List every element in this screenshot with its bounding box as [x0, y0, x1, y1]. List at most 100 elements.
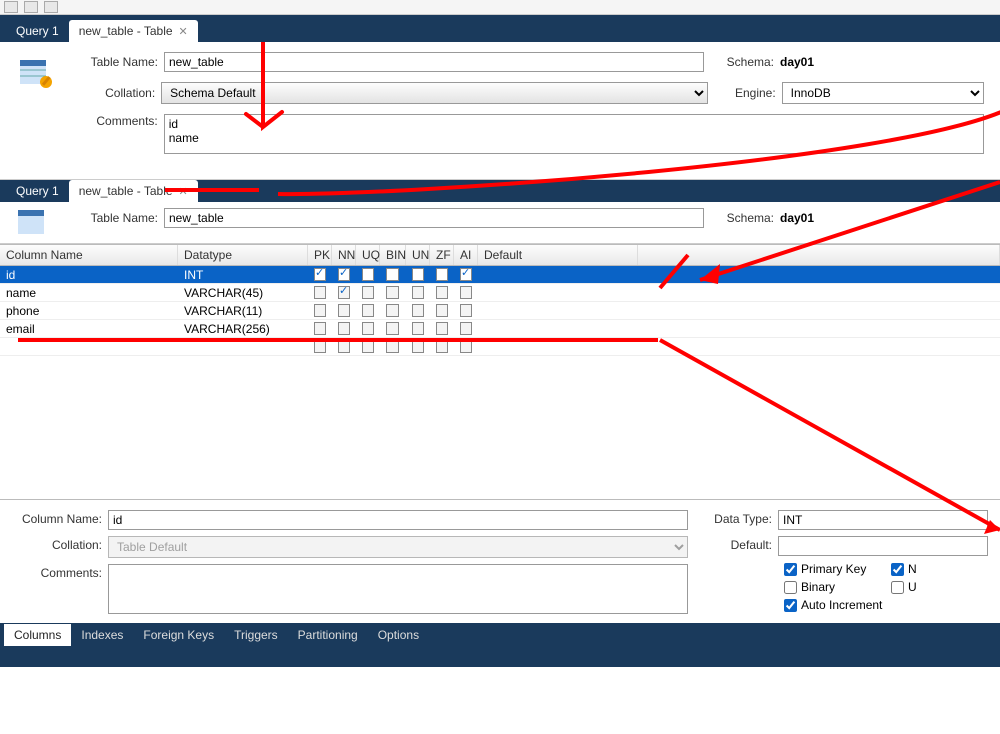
nn-checkbox[interactable] — [338, 268, 350, 281]
cell-default[interactable] — [478, 284, 638, 301]
col-header-un[interactable]: UN — [406, 245, 430, 265]
table-row-empty[interactable] — [0, 338, 1000, 356]
cell-name[interactable]: id — [0, 266, 178, 283]
cell-ai[interactable] — [454, 284, 478, 301]
cell-datatype[interactable]: VARCHAR(45) — [178, 284, 308, 301]
cell-uq[interactable] — [356, 266, 380, 283]
blank-checkbox[interactable] — [460, 340, 472, 353]
cell-name[interactable]: phone — [0, 302, 178, 319]
collation-select[interactable]: Table Default — [108, 536, 688, 558]
bin-checkbox[interactable] — [386, 322, 399, 335]
col-header-default[interactable]: Default — [478, 245, 638, 265]
cell-ai[interactable] — [454, 266, 478, 283]
default-input[interactable] — [778, 536, 988, 556]
exec-icon[interactable] — [24, 1, 38, 13]
uq-checkbox[interactable] — [362, 304, 374, 317]
col-header-zf[interactable]: ZF — [430, 245, 454, 265]
cell-datatype[interactable]: INT — [178, 266, 308, 283]
binary-checkbox[interactable] — [784, 581, 797, 594]
pk-checkbox[interactable] — [314, 286, 326, 299]
unsigned-checkbox[interactable] — [891, 581, 904, 594]
uq-checkbox[interactable] — [362, 322, 374, 335]
tab-foreign-keys[interactable]: Foreign Keys — [133, 624, 224, 646]
zf-checkbox[interactable] — [436, 268, 448, 281]
cell-un[interactable] — [406, 266, 430, 283]
table-name-input[interactable] — [164, 208, 704, 228]
autoincrement-checkbox[interactable] — [784, 599, 797, 612]
tab-partitioning[interactable]: Partitioning — [288, 624, 368, 646]
cell-default[interactable] — [478, 320, 638, 337]
chk-binary[interactable]: Binary — [784, 580, 881, 594]
tab-query1-lower[interactable]: Query 1 — [6, 180, 69, 202]
comments-textarea[interactable] — [108, 564, 688, 614]
table-row[interactable]: emailVARCHAR(256) — [0, 320, 1000, 338]
col-header-nn[interactable]: NN — [332, 245, 356, 265]
cell-datatype[interactable]: VARCHAR(11) — [178, 302, 308, 319]
pk-checkbox[interactable] — [314, 304, 326, 317]
ai-checkbox[interactable] — [460, 286, 472, 299]
uq-checkbox[interactable] — [362, 268, 374, 281]
cell-name[interactable]: name — [0, 284, 178, 301]
zf-checkbox[interactable] — [436, 286, 448, 299]
chk-unsigned[interactable]: U — [891, 580, 988, 594]
cell-un[interactable] — [406, 320, 430, 337]
cell-zf[interactable] — [430, 320, 454, 337]
cell-zf[interactable] — [430, 284, 454, 301]
tab-query1-upper[interactable]: Query 1 — [6, 20, 69, 42]
blank-checkbox[interactable] — [436, 340, 448, 353]
cell-bin[interactable] — [380, 320, 406, 337]
uq-checkbox[interactable] — [362, 286, 374, 299]
tab-columns[interactable]: Columns — [4, 624, 71, 646]
table-name-input[interactable] — [164, 52, 704, 72]
datatype-input[interactable] — [778, 510, 988, 530]
tab-options[interactable]: Options — [368, 624, 429, 646]
cell-bin[interactable] — [380, 284, 406, 301]
blank-checkbox[interactable] — [386, 340, 399, 353]
cell-nn[interactable] — [332, 302, 356, 319]
chk-primary-key[interactable]: Primary Key — [784, 562, 881, 576]
nn-checkbox[interactable] — [338, 322, 350, 335]
engine-select[interactable]: InnoDB — [782, 82, 984, 104]
cell-uq[interactable] — [356, 302, 380, 319]
cell-ai[interactable] — [454, 320, 478, 337]
close-icon[interactable]: ✕ — [179, 185, 188, 198]
cell-nn[interactable] — [332, 320, 356, 337]
zf-checkbox[interactable] — [436, 322, 448, 335]
cell-bin[interactable] — [380, 266, 406, 283]
ai-checkbox[interactable] — [460, 322, 472, 335]
table-row[interactable]: idINT — [0, 266, 1000, 284]
col-header-pk[interactable]: PK — [308, 245, 332, 265]
col-header-uq[interactable]: UQ — [356, 245, 380, 265]
blank-checkbox[interactable] — [338, 340, 350, 353]
cell-name[interactable]: email — [0, 320, 178, 337]
cell-nn[interactable] — [332, 284, 356, 301]
columns-grid[interactable]: Column Name Datatype PK NN UQ BIN UN ZF … — [0, 244, 1000, 499]
tab-triggers[interactable]: Triggers — [224, 624, 288, 646]
tab-newtable-lower[interactable]: new_table - Table ✕ — [69, 180, 198, 202]
cell-bin[interactable] — [380, 302, 406, 319]
bin-checkbox[interactable] — [386, 304, 399, 317]
search-icon[interactable] — [44, 1, 58, 13]
tab-indexes[interactable]: Indexes — [71, 624, 133, 646]
bin-checkbox[interactable] — [386, 286, 399, 299]
un-checkbox[interactable] — [412, 304, 424, 317]
cell-nn[interactable] — [332, 266, 356, 283]
cell-pk[interactable] — [308, 302, 332, 319]
cell-uq[interactable] — [356, 284, 380, 301]
col-header-datatype[interactable]: Datatype — [178, 245, 308, 265]
col-header-bin[interactable]: BIN — [380, 245, 406, 265]
colname-input[interactable] — [108, 510, 688, 530]
cell-un[interactable] — [406, 284, 430, 301]
close-icon[interactable]: ✕ — [179, 25, 188, 38]
ai-checkbox[interactable] — [460, 304, 472, 317]
notnull-checkbox[interactable] — [891, 563, 904, 576]
cell-uq[interactable] — [356, 320, 380, 337]
cell-un[interactable] — [406, 302, 430, 319]
sql-icon[interactable] — [4, 1, 18, 13]
chk-autoincrement[interactable]: Auto Increment — [784, 598, 988, 612]
primary-key-checkbox[interactable] — [784, 563, 797, 576]
chk-notnull[interactable]: N — [891, 562, 988, 576]
comments-textarea[interactable]: id name — [164, 114, 984, 154]
cell-ai[interactable] — [454, 302, 478, 319]
bin-checkbox[interactable] — [386, 268, 399, 281]
